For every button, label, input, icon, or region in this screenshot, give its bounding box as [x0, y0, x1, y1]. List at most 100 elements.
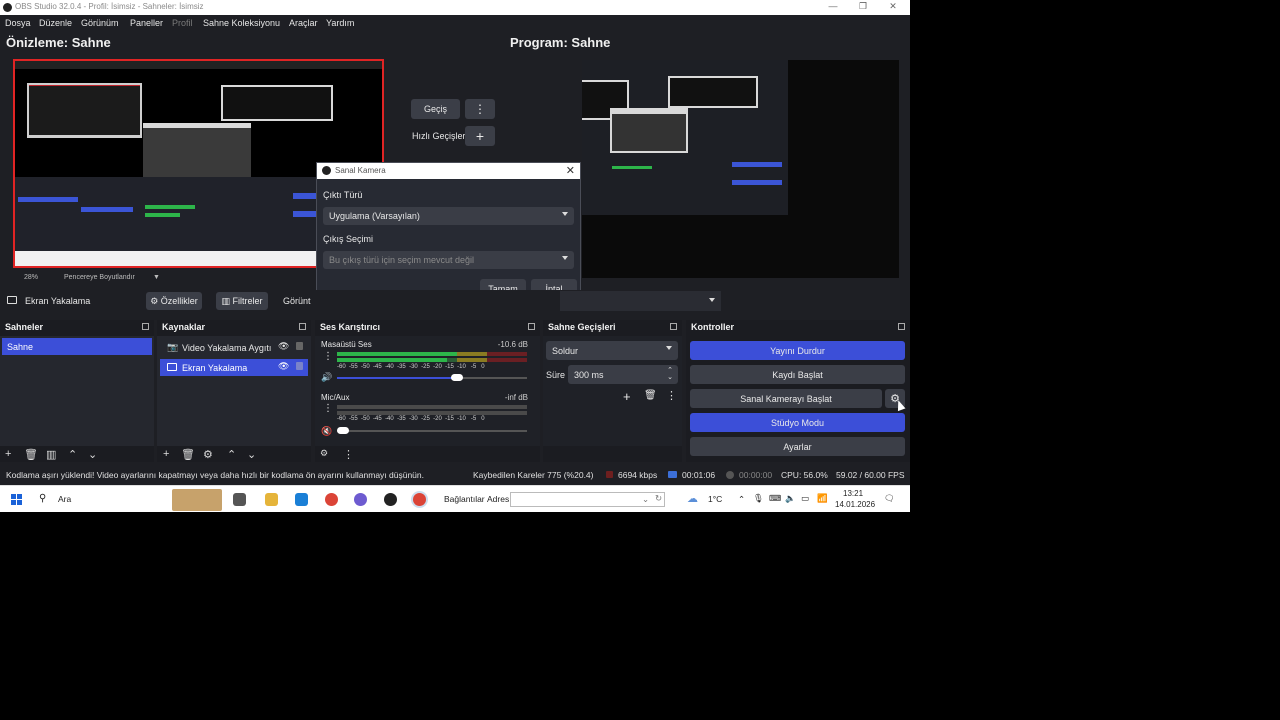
obs-taskbar-icon[interactable]: [384, 493, 397, 506]
search-highlight-image[interactable]: [172, 489, 222, 511]
clock-time[interactable]: 13:21: [843, 489, 863, 498]
close-button[interactable]: ✕: [878, 1, 908, 14]
volume-icon[interactable]: 🔈: [785, 493, 796, 504]
channel-menu-icon[interactable]: ⋮: [323, 351, 333, 362]
chrome-icon[interactable]: [325, 493, 338, 506]
trash-icon[interactable]: 🗑: [181, 448, 195, 461]
menu-file[interactable]: Dosya: [5, 18, 31, 28]
taskbar-search[interactable]: Ara: [58, 494, 71, 504]
search-icon[interactable]: ⚲: [39, 493, 46, 504]
menu-docks[interactable]: Paneller: [130, 18, 163, 28]
menu-view[interactable]: Görünüm: [81, 18, 119, 28]
trash-icon[interactable]: 🗑: [24, 448, 38, 461]
settings-button[interactable]: Ayarlar: [690, 437, 905, 456]
properties-button[interactable]: ⚙ Özellikler: [146, 292, 202, 310]
notifications-icon[interactable]: 🗨: [884, 493, 895, 504]
add-quick-transition-button[interactable]: +: [465, 126, 495, 146]
windows-start-icon[interactable]: [11, 494, 22, 505]
address-dropdown-icon[interactable]: ⌄: [642, 494, 649, 505]
scene-filters-icon[interactable]: ▥: [46, 448, 56, 461]
menu-help[interactable]: Yardım: [326, 18, 354, 28]
start-virtualcam-button[interactable]: Sanal Kamerayı Başlat: [690, 389, 882, 408]
eye-icon[interactable]: 👁: [278, 341, 289, 352]
fps: 59.02 / 60.00 FPS: [836, 470, 905, 480]
move-down-icon[interactable]: ⌄: [88, 448, 97, 461]
minimize-button[interactable]: —: [818, 1, 848, 14]
menu-scene-collection[interactable]: Sahne Koleksiyonu: [203, 18, 280, 28]
transition-menu-icon[interactable]: ⋮: [666, 389, 677, 402]
spin-down-icon[interactable]: ⌄: [667, 373, 673, 381]
studio-mode-button[interactable]: Stüdyo Modu: [690, 413, 905, 432]
language-icon[interactable]: ⌨: [769, 493, 781, 504]
wifi-icon[interactable]: 📶: [817, 493, 828, 504]
undock-icon[interactable]: [142, 323, 149, 330]
restore-button[interactable]: ❐: [848, 1, 878, 14]
chrome-active-icon[interactable]: [413, 493, 426, 506]
app-icon[interactable]: [354, 493, 367, 506]
add-source-icon[interactable]: +: [163, 448, 169, 460]
speaker-icon[interactable]: 🔊: [321, 372, 332, 383]
file-explorer-icon[interactable]: [265, 493, 278, 506]
scene-item[interactable]: Sahne: [2, 338, 152, 355]
channel-menu-icon[interactable]: ⋮: [323, 403, 333, 414]
links-toolbar[interactable]: Bağlantılar: [444, 494, 485, 504]
move-up-icon[interactable]: ⌃: [227, 448, 236, 461]
output-type-select[interactable]: Uygulama (Varsayılan): [323, 207, 574, 225]
mixer-menu-icon[interactable]: ⋮: [343, 448, 354, 461]
zoom-level[interactable]: 28%: [24, 274, 38, 281]
menu-profile[interactable]: Profil: [172, 18, 193, 28]
record-icon: [726, 471, 734, 479]
audio-mixer-dock: Ses Karıştırıcı Masaüstü Ses -10.6 dB ⋮ …: [315, 320, 540, 462]
cloud-weather-icon[interactable]: ☁: [687, 492, 698, 505]
lock-icon[interactable]: [296, 362, 303, 370]
source-item[interactable]: 📷 Video Yakalama Aygıtı 👁: [160, 339, 308, 356]
stop-stream-button[interactable]: Yayını Durdur: [690, 341, 905, 360]
eye-icon[interactable]: 👁: [278, 361, 289, 372]
volume-slider-handle[interactable]: [337, 427, 349, 434]
duration-spinbox[interactable]: 300 ms ⌃ ⌄: [568, 365, 678, 384]
display-icon[interactable]: ▭: [801, 493, 809, 504]
undock-icon[interactable]: [299, 323, 306, 330]
sources-footer: + 🗑 ⚙ ⌃ ⌄: [157, 446, 311, 462]
refresh-icon[interactable]: ↻: [655, 493, 662, 504]
tray-chevron-icon[interactable]: ⌃: [738, 494, 745, 505]
task-view-icon[interactable]: [233, 493, 246, 506]
scale-mode-chevron-icon[interactable]: ▼: [153, 274, 160, 281]
gear-icon: ⚙: [150, 296, 159, 306]
trash-icon[interactable]: 🗑: [644, 390, 657, 401]
move-down-icon[interactable]: ⌄: [247, 448, 256, 461]
chevron-down-icon[interactable]: [709, 298, 715, 302]
undock-icon[interactable]: [898, 323, 905, 330]
volume-slider-track: [457, 377, 527, 379]
advanced-audio-icon[interactable]: ⚙: [320, 448, 328, 459]
undock-icon[interactable]: [528, 323, 535, 330]
microphone-icon[interactable]: 🎙: [753, 493, 764, 504]
meter-scale: -60 -55 -50 -45 -40 -35 -30 -25 -20 -15 …: [337, 364, 485, 370]
lock-icon[interactable]: [296, 342, 303, 350]
menu-tools[interactable]: Araçlar: [289, 18, 318, 28]
temperature[interactable]: 1°C: [708, 494, 722, 504]
dialog-close-icon[interactable]: ✕: [566, 164, 575, 177]
store-icon[interactable]: [295, 493, 308, 506]
transition-button[interactable]: Geçiş: [411, 99, 460, 119]
muted-speaker-icon[interactable]: 🔇: [321, 426, 332, 437]
filters-button[interactable]: ▥ Filtreler: [216, 292, 268, 310]
properties-label: Özellikler: [160, 296, 198, 306]
output-selection-select[interactable]: Bu çıkış türü için seçim mevcut değil: [323, 251, 574, 269]
volume-slider-handle[interactable]: [451, 374, 463, 381]
add-scene-icon[interactable]: +: [5, 448, 11, 460]
source-item[interactable]: Ekran Yakalama 👁: [160, 359, 308, 376]
undock-icon[interactable]: [670, 323, 677, 330]
menu-edit[interactable]: Düzenle: [39, 18, 72, 28]
source-toolbar-combo[interactable]: [560, 291, 721, 311]
gear-icon[interactable]: ⚙: [203, 448, 213, 461]
display-label[interactable]: Görünt: [283, 296, 311, 306]
duration-label: Süre: [546, 370, 566, 380]
move-up-icon[interactable]: ⌃: [68, 448, 77, 461]
clock-date[interactable]: 14.01.2026: [835, 500, 875, 509]
transition-select[interactable]: Soldur: [546, 341, 678, 360]
start-record-button[interactable]: Kaydı Başlat: [690, 365, 905, 384]
scale-mode[interactable]: Pencereye Boyutlandır: [64, 274, 135, 281]
transition-menu-icon[interactable]: ⋮: [465, 99, 495, 119]
add-transition-icon[interactable]: +: [623, 389, 631, 404]
